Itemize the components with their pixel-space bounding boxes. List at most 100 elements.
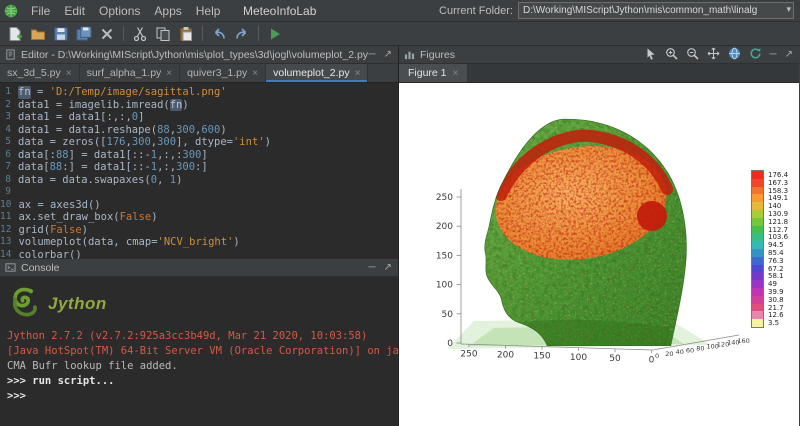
code-line[interactable]: 5data = zeros([176,300,300], dtype='int'… — [0, 136, 398, 149]
editor-panel-header: Editor - D:\Working\MIScript\Jython\mis\… — [0, 46, 398, 64]
menu-bar: FileEditOptionsAppsHelp MeteoInfoLab Cur… — [0, 0, 800, 22]
head-volume-render — [469, 108, 699, 358]
code-line[interactable]: 13volumeplot(data, cmap='NCV_bright') — [0, 236, 398, 249]
menu-options[interactable]: Options — [92, 2, 147, 20]
svg-text:50: 50 — [442, 310, 454, 320]
figure-tab-label: Figure 1 — [408, 67, 447, 79]
jython-logo: Jython — [7, 281, 391, 327]
save-all-button[interactable] — [74, 24, 94, 44]
editor-icon — [5, 49, 16, 60]
line-number: 7 — [0, 161, 18, 174]
console-panel-actions: ─ ↗ — [369, 262, 392, 273]
pan-icon[interactable] — [707, 47, 720, 63]
line-number: 8 — [0, 174, 18, 187]
colorbar-tick-label: 30.8 — [768, 297, 784, 304]
editor-tab-volumeplot_2.py[interactable]: volumeplot_2.py× — [266, 64, 368, 82]
colorbar-cell — [752, 249, 763, 257]
figures-panel-header: Figures ─ ↗ — [399, 46, 799, 64]
colorbar-cell — [752, 171, 763, 179]
figures-panel: Figures ─ ↗ Figure 1 × — [399, 46, 799, 426]
code-line[interactable]: 6data[:88] = data1[::-1,:,:300] — [0, 149, 398, 162]
svg-text:60: 60 — [686, 346, 694, 354]
svg-text:200: 200 — [497, 350, 514, 360]
zoom-out-icon[interactable] — [686, 47, 699, 63]
editor-tab-label: surf_alpha_1.py — [87, 67, 162, 79]
colorbar-cell — [752, 241, 763, 249]
menu-file[interactable]: File — [24, 2, 57, 20]
colorbar-cell — [752, 280, 763, 288]
colorbar-tick-label: 130.9 — [768, 211, 788, 218]
code-line[interactable]: 1fn = 'D:/Temp/image/sagittal.png' — [0, 86, 398, 99]
float-window-icon[interactable]: ↗ — [384, 262, 392, 273]
save-button[interactable] — [51, 24, 71, 44]
svg-text:0: 0 — [655, 352, 659, 360]
svg-text:250: 250 — [436, 193, 453, 203]
redo-button[interactable] — [232, 24, 252, 44]
paste-button[interactable] — [176, 24, 196, 44]
menu-help[interactable]: Help — [189, 2, 228, 20]
open-folder-button[interactable] — [28, 24, 48, 44]
code-line[interactable]: 11ax.set_draw_box(False) — [0, 211, 398, 224]
close-tab-icon[interactable]: × — [355, 68, 361, 79]
line-number: 6 — [0, 149, 18, 162]
current-folder-group: Current Folder: D:\Working\MIScript\Jyth… — [439, 2, 794, 19]
float-window-icon[interactable]: ↗ — [384, 49, 392, 60]
close-tab-icon[interactable]: × — [166, 68, 172, 79]
code-line[interactable]: 8data = data.swapaxes(0, 1) — [0, 174, 398, 187]
editor-tab-sx_3d_5.py[interactable]: sx_3d_5.py× — [0, 64, 80, 82]
code-line[interactable]: 14colorbar() — [0, 249, 398, 260]
console[interactable]: Jython Jython 2.7.2 (v2.7.2:925a3cc3b49d… — [0, 277, 398, 426]
close-tab-icon[interactable]: × — [453, 68, 459, 79]
code-line[interactable]: 9 — [0, 186, 398, 199]
code-line[interactable]: 3data1 = data1[:,:,0] — [0, 111, 398, 124]
editor-tab-surf_alpha_1.py[interactable]: surf_alpha_1.py × — [80, 64, 181, 82]
code-line[interactable]: 10ax = axes3d() — [0, 199, 398, 212]
copy-button[interactable] — [153, 24, 173, 44]
tab-figure-1[interactable]: Figure 1 × — [399, 64, 467, 82]
minimize-icon[interactable]: ─ — [369, 49, 376, 60]
cut-button[interactable] — [130, 24, 150, 44]
svg-text:150: 150 — [436, 251, 453, 261]
menu-edit[interactable]: Edit — [57, 2, 92, 20]
colorbar-cell — [752, 202, 763, 210]
colorbar-cell — [752, 304, 763, 312]
code-line[interactable]: 12grid(False) — [0, 224, 398, 237]
zoom-in-icon[interactable] — [665, 47, 678, 63]
close-tab-icon[interactable]: × — [66, 68, 72, 79]
main-area: Editor - D:\Working\MIScript\Jython\mis\… — [0, 46, 800, 426]
line-number: 12 — [0, 224, 18, 237]
svg-text:160: 160 — [737, 337, 749, 345]
run-script-button[interactable] — [265, 24, 285, 44]
current-folder-combobox[interactable]: D:\Working\MIScript\Jython\mis\common_ma… — [518, 2, 794, 19]
select-pointer-icon[interactable] — [644, 47, 657, 63]
app-title: MeteoInfoLab — [243, 4, 316, 18]
colorbar-tick-label: 167.3 — [768, 180, 788, 187]
colorbar-cell — [752, 296, 763, 304]
chevron-down-icon[interactable]: ▾ — [786, 4, 791, 15]
menu-bar-items: FileEditOptionsAppsHelp — [24, 2, 227, 20]
code-line[interactable]: 2data1 = imagelib.imread(fn) — [0, 99, 398, 112]
colorbar-tick-label: 39.9 — [768, 289, 784, 296]
globe-icon[interactable] — [728, 47, 741, 63]
line-number: 11 — [0, 211, 18, 224]
float-window-icon[interactable]: ↗ — [785, 49, 793, 60]
code-line[interactable]: 4data1 = data1.reshape(88,300,600) — [0, 124, 398, 137]
close-script-button[interactable] — [97, 24, 117, 44]
minimize-icon[interactable]: ─ — [369, 262, 376, 273]
svg-text:200: 200 — [436, 222, 453, 232]
colorbar-tick-label: 85.4 — [768, 250, 784, 257]
svg-text:100: 100 — [436, 281, 453, 291]
figure-canvas[interactable]: 250200150100500 250200150100500 02040608… — [399, 83, 799, 426]
menu-apps[interactable]: Apps — [147, 2, 188, 20]
colorbar-cell — [752, 257, 763, 265]
line-number: 14 — [0, 249, 18, 260]
code-editor[interactable]: 1fn = 'D:/Temp/image/sagittal.png'2data1… — [0, 83, 398, 259]
minimize-icon[interactable]: ─ — [770, 49, 777, 60]
svg-text:150: 150 — [533, 352, 550, 362]
rotate-icon[interactable] — [749, 47, 762, 63]
code-line[interactable]: 7data[88:] = data1[::-1,:,300:] — [0, 161, 398, 174]
undo-button[interactable] — [209, 24, 229, 44]
editor-tab-quiver3_1.py[interactable]: quiver3_1.py× — [180, 64, 266, 82]
new-script-button[interactable] — [5, 24, 25, 44]
close-tab-icon[interactable]: × — [252, 68, 258, 79]
